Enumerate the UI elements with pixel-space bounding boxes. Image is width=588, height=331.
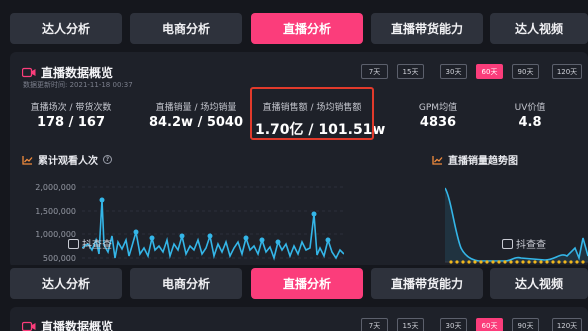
range-30d-button[interactable]: 30天 xyxy=(440,64,467,79)
data-point xyxy=(133,229,139,235)
range-15d-button[interactable]: 15天 xyxy=(397,318,424,331)
douchacha-logo-icon xyxy=(68,238,79,249)
metric-value: 4836 xyxy=(419,115,457,130)
dot xyxy=(503,260,507,264)
line-chart-icon xyxy=(432,155,443,165)
tab-influencer-analysis[interactable]: 达人分析 xyxy=(10,13,122,44)
tab-live-analysis[interactable]: 直播分析 xyxy=(251,268,363,299)
tab-ecommerce-analysis[interactable]: 电商分析 xyxy=(130,13,242,44)
range-90d-button[interactable]: 90天 xyxy=(512,318,539,331)
metric-live-sales: 直播销量 / 场均销量 84.2w / 5040 xyxy=(148,100,244,130)
watermark-text: 抖查查 xyxy=(82,240,112,251)
tab-ecommerce-analysis[interactable]: 电商分析 xyxy=(130,268,242,299)
data-point xyxy=(243,235,249,241)
range-120d-button[interactable]: 120天 xyxy=(552,64,582,79)
dot xyxy=(551,260,555,264)
dot xyxy=(509,260,513,264)
dot xyxy=(461,260,465,264)
right-chart-plot xyxy=(445,187,588,264)
dot xyxy=(491,260,495,264)
left-chart-watermark: 抖查查 xyxy=(68,236,112,251)
data-point xyxy=(149,235,155,241)
tab-live-analysis[interactable]: 直播分析 xyxy=(251,13,363,44)
range-7d-button[interactable]: 7天 xyxy=(361,318,388,331)
metric-live-sessions: 直播场次 / 带货次数 178 / 167 xyxy=(22,100,120,130)
metric-value: 4.8 xyxy=(518,115,542,130)
left-chart-title-text: 累计观看人次 xyxy=(38,156,98,167)
help-icon[interactable]: ? xyxy=(103,155,112,164)
right-chart-title-text: 直播销量趋势图 xyxy=(448,156,518,167)
right-chart-watermark: 抖查查 xyxy=(502,236,546,251)
tab-live-selling-ability[interactable]: 直播带货能力 xyxy=(371,13,483,44)
dot xyxy=(497,260,501,264)
metric-label: GPM均值 xyxy=(418,103,458,113)
dot xyxy=(515,260,519,264)
watermark-text: 抖查查 xyxy=(516,240,546,251)
update-time: 数据更新时间: 2021-11-18 00:37 xyxy=(23,81,133,89)
overview-title-text: 直播数据概览 xyxy=(41,320,114,331)
dot xyxy=(581,260,585,264)
data-point xyxy=(207,233,213,239)
tab-influencer-analysis[interactable]: 达人分析 xyxy=(10,268,122,299)
overview-title: 直播数据概览 xyxy=(22,64,113,81)
dot xyxy=(575,260,579,264)
range-90d-button[interactable]: 90天 xyxy=(512,64,539,79)
top-tab-bar: 达人分析 电商分析 直播分析 直播带货能力 达人视频 xyxy=(0,13,588,46)
tab-live-selling-ability[interactable]: 直播带货能力 xyxy=(371,268,483,299)
viewers-line xyxy=(82,199,344,261)
metric-value: 178 / 167 xyxy=(36,115,106,130)
tab-influencer-videos[interactable]: 达人视频 xyxy=(490,13,588,44)
repeat-overview-title: 直播数据概览 xyxy=(22,318,113,331)
left-chart-title: 累计观看人次 ? xyxy=(22,152,112,167)
y-tick-label: 2,000,000 xyxy=(35,183,76,192)
range-120d-button[interactable]: 120天 xyxy=(552,318,582,331)
dot xyxy=(527,260,531,264)
highlight-box xyxy=(250,87,374,140)
dot xyxy=(521,260,525,264)
dot xyxy=(455,260,459,264)
data-point xyxy=(259,237,265,243)
dot xyxy=(563,260,567,264)
dot xyxy=(479,260,483,264)
range-60d-button[interactable]: 60天 xyxy=(476,318,503,331)
video-camera-icon xyxy=(22,67,36,78)
data-point xyxy=(311,211,317,217)
dot xyxy=(485,260,489,264)
data-point xyxy=(325,237,331,243)
data-point xyxy=(179,233,185,239)
metric-uv-value: UV价值 4.8 xyxy=(498,100,562,130)
metric-label: UV价值 xyxy=(514,103,546,113)
metric-value: 84.2w / 5040 xyxy=(148,115,244,130)
tab-influencer-videos[interactable]: 达人视频 xyxy=(490,268,588,299)
dot xyxy=(539,260,543,264)
repeat-tab-bar: 达人分析 电商分析 直播分析 直播带货能力 达人视频 xyxy=(0,268,588,301)
video-camera-icon xyxy=(22,321,36,331)
right-chart-title: 直播销量趋势图 xyxy=(432,152,518,167)
metric-label: 直播销量 / 场均销量 xyxy=(155,103,237,113)
dot xyxy=(449,260,453,264)
dot xyxy=(533,260,537,264)
dot xyxy=(467,260,471,264)
baseline-dots xyxy=(449,260,585,264)
data-point xyxy=(99,197,105,203)
range-15d-button[interactable]: 15天 xyxy=(397,64,424,79)
dot xyxy=(545,260,549,264)
dot xyxy=(557,260,561,264)
data-point xyxy=(275,239,281,245)
metric-label: 直播场次 / 带货次数 xyxy=(30,103,112,113)
line-chart-icon xyxy=(22,155,33,165)
range-7d-button[interactable]: 7天 xyxy=(361,64,388,79)
douchacha-logo-icon xyxy=(502,238,513,249)
dot xyxy=(569,260,573,264)
range-30d-button[interactable]: 30天 xyxy=(440,318,467,331)
y-tick-label: 1,500,000 xyxy=(35,207,76,216)
dot xyxy=(473,260,477,264)
overview-title-text: 直播数据概览 xyxy=(41,66,114,80)
range-60d-button[interactable]: 60天 xyxy=(476,64,503,79)
y-tick-label: 500,000 xyxy=(42,254,76,263)
left-chart-plot xyxy=(82,186,344,261)
metric-gpm: GPM均值 4836 xyxy=(403,100,473,130)
